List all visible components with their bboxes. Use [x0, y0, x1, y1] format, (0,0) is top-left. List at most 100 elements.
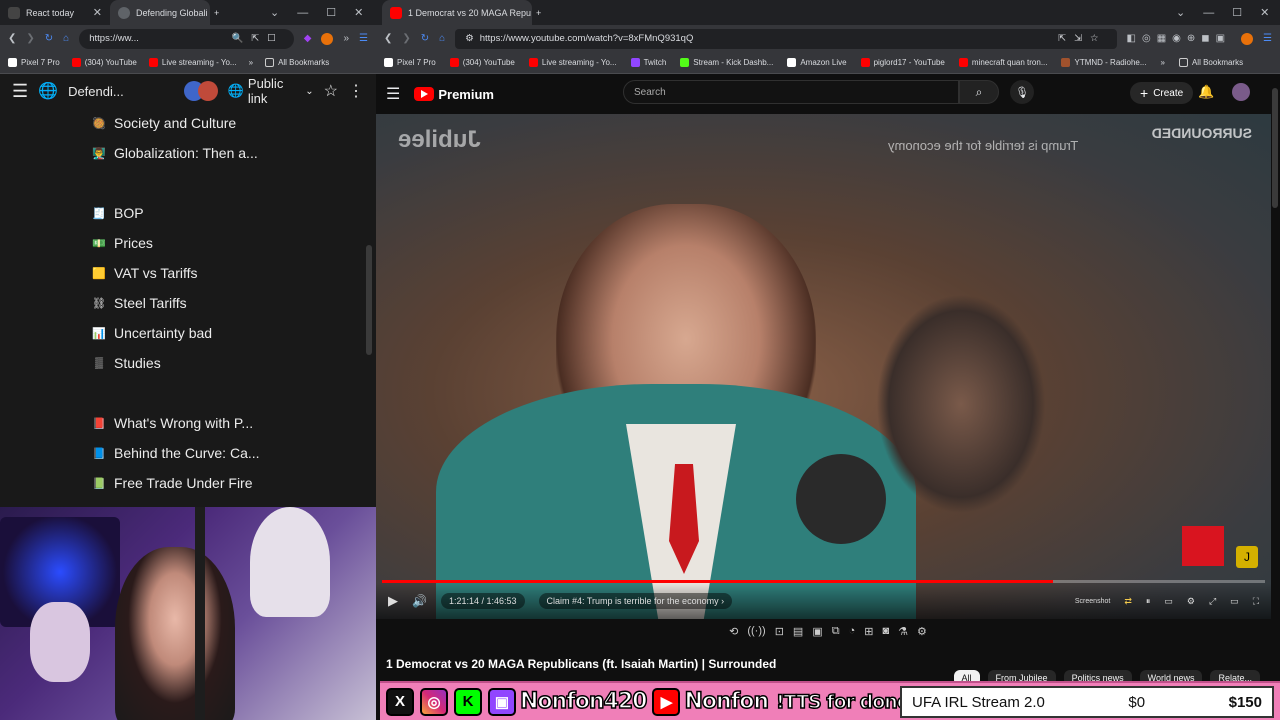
minimize-icon[interactable]: —: [1203, 7, 1214, 19]
subtitles-icon[interactable]: ▭: [1164, 596, 1173, 607]
left-address-bar[interactable]: https://ww... 🔍⇱☐: [79, 28, 294, 49]
hamburger-icon[interactable]: ☰: [386, 84, 400, 104]
clip-icon[interactable]: ▤: [793, 625, 803, 645]
bookmark-live-streaming[interactable]: Live streaming - Yo...: [528, 58, 617, 67]
tab-search-icon[interactable]: ⌄: [270, 6, 279, 19]
camera-icon[interactable]: ◙: [882, 625, 889, 645]
account-avatar[interactable]: [1232, 83, 1250, 101]
chapter-title[interactable]: Claim #4: Trump is terrible for the econ…: [538, 593, 733, 609]
back-icon[interactable]: ❮: [384, 33, 392, 44]
profile-avatar[interactable]: [321, 32, 334, 45]
pip-icon[interactable]: ⧉: [832, 625, 840, 645]
theater-mode-icon[interactable]: ▭: [1230, 596, 1239, 607]
page-link-prices[interactable]: 💵 Prices: [90, 228, 376, 258]
bookmark-minecraft[interactable]: minecraft quan tron...: [958, 58, 1047, 67]
screenshot-icon[interactable]: ⊡: [775, 625, 784, 645]
tab-search-icon[interactable]: ⌄: [1176, 6, 1185, 19]
bookmark-kick[interactable]: Stream - Kick Dashb...: [680, 58, 773, 67]
bookmark-youtube[interactable]: (304) YouTube: [71, 58, 137, 67]
reload-icon[interactable]: ↻: [421, 33, 429, 44]
audio-icon[interactable]: ((·)): [747, 625, 765, 645]
right-address-bar[interactable]: ⚙ https://www.youtube.com/watch?v=8xFMnQ…: [455, 28, 1117, 49]
flask-icon[interactable]: ⚗: [898, 625, 908, 645]
site-info-icon[interactable]: ⚙: [465, 33, 474, 44]
address-bar-icons[interactable]: ⇱⇲☆: [1058, 33, 1106, 44]
forward-icon[interactable]: ❯: [26, 33, 34, 44]
bookmark-pixel[interactable]: Pixel 7 Pro: [8, 58, 60, 67]
page-title[interactable]: Defendi...: [68, 84, 124, 99]
bookmark-youtube[interactable]: (304) YouTube: [449, 58, 515, 67]
hamburger-icon[interactable]: ☰: [12, 81, 28, 102]
loop-icon[interactable]: ⟲: [729, 625, 738, 645]
settings-gear-icon[interactable]: ⚙: [917, 625, 927, 645]
search-input[interactable]: Search: [623, 80, 959, 104]
page-link-steel[interactable]: ⛓ Steel Tariffs: [90, 288, 376, 318]
tab-defending-globalization[interactable]: Defending Globali ✕: [110, 0, 210, 25]
voice-search-button[interactable]: 🎙: [1010, 80, 1034, 104]
tab-react-today[interactable]: React today ✕: [0, 0, 110, 25]
bookmark-twitch[interactable]: Twitch: [630, 58, 666, 67]
bookmark-pixel[interactable]: Pixel 7 Pro: [384, 58, 436, 67]
miniplayer-icon[interactable]: ⤢: [1209, 596, 1216, 607]
back-icon[interactable]: ❮: [8, 33, 16, 44]
reload-icon[interactable]: ↻: [45, 33, 53, 44]
autoplay-toggle[interactable]: ⏸: [1146, 596, 1151, 607]
home-icon[interactable]: ⌂: [439, 33, 445, 44]
share-button[interactable]: 🌐 Public link ⌄: [228, 76, 314, 106]
video-player[interactable]: Jubilee Trump is terrible for the econom…: [376, 114, 1271, 619]
address-bar-icons[interactable]: 🔍⇱☐: [231, 33, 283, 44]
search-button[interactable]: ⌕: [959, 80, 999, 104]
bookmark-all[interactable]: All Bookmarks: [265, 58, 329, 67]
bookmarks-overflow-icon[interactable]: »: [1161, 58, 1165, 67]
scrollbar[interactable]: [366, 245, 372, 355]
bookmark-live-streaming[interactable]: Live streaming - Yo...: [148, 58, 237, 67]
settings-gear-icon[interactable]: ⚙: [1187, 596, 1195, 607]
minimize-icon[interactable]: —: [297, 7, 308, 19]
maximize-icon[interactable]: ☐: [326, 6, 336, 19]
speed-icon[interactable]: ◔: [849, 625, 856, 645]
page-link-uncertainty[interactable]: 📊 Uncertainty bad: [90, 318, 376, 348]
jubilee-badge-icon[interactable]: J: [1236, 546, 1258, 568]
bookmarks-overflow-icon[interactable]: »: [249, 58, 253, 67]
screenshot-button[interactable]: Screenshot: [1075, 598, 1110, 605]
page-link-behind-curve[interactable]: 📘 Behind the Curve: Ca...: [90, 438, 376, 468]
page-link-society[interactable]: 🥘 Society and Culture: [90, 108, 376, 138]
page-link-whats-wrong[interactable]: 📕 What's Wrong with P...: [90, 408, 376, 438]
bookmark-all[interactable]: All Bookmarks: [1178, 58, 1243, 67]
scrollbar[interactable]: [1272, 88, 1278, 208]
loop-icon[interactable]: ⇄: [1124, 596, 1132, 607]
page-link-free-trade[interactable]: 📗 Free Trade Under Fire: [90, 468, 376, 498]
bookmark-ytmnd[interactable]: YTMND - Radiohe...: [1061, 58, 1147, 67]
more-tabs-icon[interactable]: »: [343, 33, 349, 44]
youtube-logo[interactable]: Premium: [414, 87, 494, 102]
bookmark-amazon-live[interactable]: Amazon Live: [787, 58, 847, 67]
tab-youtube-video[interactable]: 1 Democrat vs 20 MAGA Repu ✕: [382, 0, 532, 25]
notifications-bell-icon[interactable]: 🔔: [1198, 84, 1214, 100]
home-icon[interactable]: ⌂: [63, 33, 69, 44]
close-icon[interactable]: ✕: [93, 6, 102, 19]
extensions-icons[interactable]: ◧◎▦◉⊕◼▣: [1127, 33, 1231, 44]
window-close-icon[interactable]: ✕: [354, 6, 363, 19]
profile-avatar[interactable]: [1241, 32, 1254, 45]
play-icon[interactable]: ▶: [388, 593, 398, 609]
crop-icon[interactable]: ▣: [812, 625, 822, 645]
volume-icon[interactable]: 🔊: [412, 594, 427, 608]
star-icon[interactable]: ☆: [324, 81, 338, 101]
page-link-globalization[interactable]: 👨‍🏫 Globalization: Then a...: [90, 138, 376, 168]
more-icon[interactable]: ⋮: [348, 81, 364, 101]
new-tab-button[interactable]: +: [210, 0, 230, 25]
create-button[interactable]: + Create: [1130, 82, 1194, 104]
menu-icon[interactable]: ☰: [359, 33, 368, 44]
avatar-group[interactable]: [183, 81, 218, 101]
menu-icon[interactable]: ☰: [1263, 33, 1272, 44]
bookmark-piglord[interactable]: piglord17 - YouTube: [860, 58, 945, 67]
page-link-studies[interactable]: ▒ Studies: [90, 348, 376, 378]
page-link-vat[interactable]: 🟨 VAT vs Tariffs: [90, 258, 376, 288]
maximize-icon[interactable]: ☐: [1232, 6, 1242, 19]
window-close-icon[interactable]: ✕: [1260, 6, 1269, 19]
fullscreen-icon[interactable]: ⛶: [1253, 596, 1259, 607]
new-tab-button[interactable]: +: [532, 0, 552, 25]
expand-icon[interactable]: ⊞: [864, 625, 873, 645]
extension-icon[interactable]: ◆: [304, 33, 312, 44]
page-link-bop[interactable]: 🧾 BOP: [90, 198, 376, 228]
